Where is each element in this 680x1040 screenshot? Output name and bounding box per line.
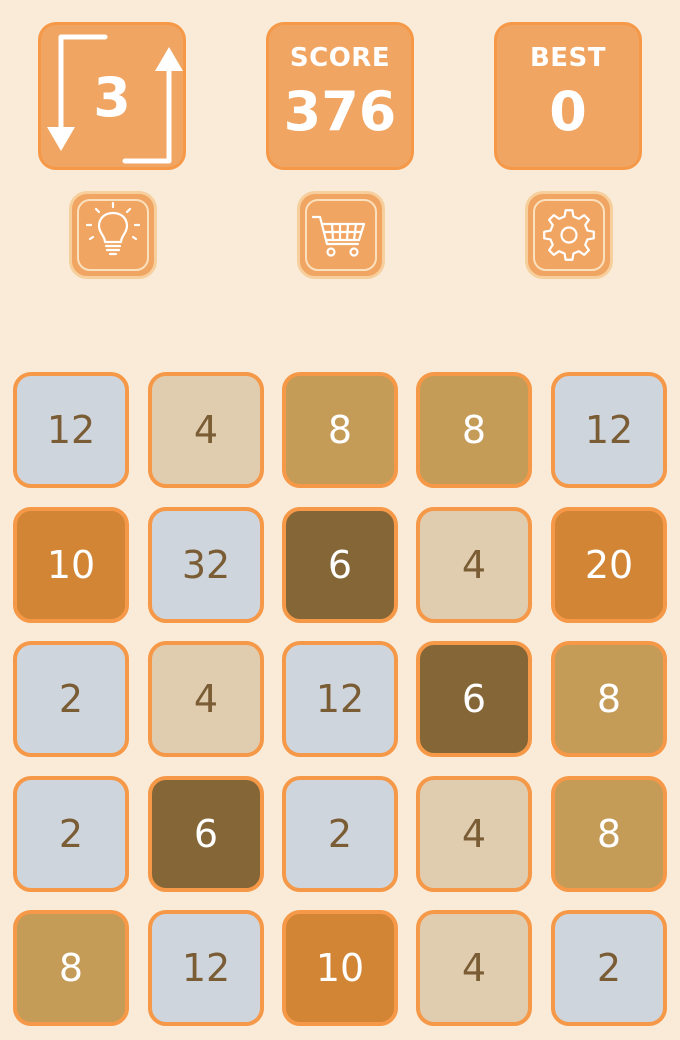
tile: 2 (13, 641, 129, 757)
tile: 2 (282, 776, 398, 892)
tile: 6 (148, 776, 264, 892)
tile: 4 (416, 507, 532, 623)
tile: 2 (551, 910, 667, 1026)
tile: 8 (416, 372, 532, 488)
tile: 4 (148, 641, 264, 757)
game-board: 12 4 8 8 12 10 32 6 4 20 2 4 12 6 8 2 6 2 4 8 8 12 10 4 2 (0, 0, 680, 1040)
tile: 6 (416, 641, 532, 757)
tile: 8 (551, 776, 667, 892)
tile: 8 (551, 641, 667, 757)
tile: 12 (13, 372, 129, 488)
tile: 6 (282, 507, 398, 623)
tile: 10 (13, 507, 129, 623)
tile: 12 (148, 910, 264, 1026)
tile: 8 (282, 372, 398, 488)
tile: 8 (13, 910, 129, 1026)
tile: 4 (148, 372, 264, 488)
tile: 10 (282, 910, 398, 1026)
tile: 32 (148, 507, 264, 623)
tile: 20 (551, 507, 667, 623)
tile: 12 (551, 372, 667, 488)
tile: 4 (416, 776, 532, 892)
tile: 2 (13, 776, 129, 892)
tile: 12 (282, 641, 398, 757)
tile: 4 (416, 910, 532, 1026)
